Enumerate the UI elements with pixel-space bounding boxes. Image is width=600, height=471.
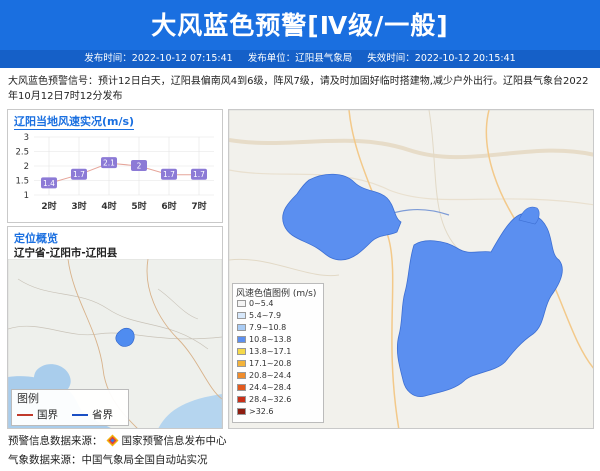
legend-label: 7.9~10.8 xyxy=(249,323,287,332)
legend-swatch xyxy=(237,360,246,367)
province-border-swatch xyxy=(72,413,88,416)
wind-panel-title: 辽阳当地风速实况(m/s) xyxy=(14,115,135,128)
y-tick-label: 1.5 xyxy=(15,177,29,187)
warning-center-logo-icon xyxy=(106,434,118,447)
legend-swatch xyxy=(237,336,246,343)
legend-swatch xyxy=(237,348,246,355)
warning-banner: 大风蓝色预警[Ⅳ级/一般] 发布时间：2022-10-12 07:15:41 发… xyxy=(0,0,600,68)
location-panel-title: 定位概览 xyxy=(14,232,58,245)
legend-swatch xyxy=(237,300,246,307)
legend-row: 17.1~20.8 xyxy=(237,358,291,369)
legend-label: 10.8~13.8 xyxy=(249,335,292,344)
legend-row: 13.8~17.1 xyxy=(237,346,291,357)
national-border-swatch xyxy=(17,413,33,416)
legend-row: >32.6 xyxy=(237,406,274,417)
legend-label: >32.6 xyxy=(249,407,274,416)
publisher: 发布单位：辽阳县气象局 xyxy=(247,53,353,64)
data-label: 1.4 xyxy=(43,179,55,188)
data-label: 1.7 xyxy=(73,170,85,179)
legend-label: 17.1~20.8 xyxy=(249,359,292,368)
expire-time: 失效时间：2022-10-12 20:15:41 xyxy=(367,53,516,64)
x-tick-label: 7时 xyxy=(191,200,206,212)
legend-item-province: 省界 xyxy=(72,407,113,422)
legend-label: 5.4~7.9 xyxy=(249,311,282,320)
source-label: 预警信息数据来源： xyxy=(8,435,103,447)
legend-swatch xyxy=(237,396,246,403)
legend-label: 24.4~28.4 xyxy=(249,383,292,392)
legend-swatch xyxy=(237,372,246,379)
y-tick-label: 3 xyxy=(24,133,29,143)
x-tick-label: 4时 xyxy=(101,200,116,212)
weather-source-name: 中国气象局全国自动站实况 xyxy=(81,454,208,466)
legend-label: 28.4~32.6 xyxy=(249,395,292,404)
weather-source-line: 气象数据来源：中国气象局全国自动站实况 xyxy=(8,452,208,467)
data-label: 2 xyxy=(137,162,142,171)
x-tick-label: 6时 xyxy=(161,200,176,212)
legend-row: 0~5.4 xyxy=(237,298,274,309)
page-title: 大风蓝色预警[Ⅳ级/一般] xyxy=(151,11,449,40)
data-label: 1.7 xyxy=(163,170,175,179)
publish-time: 发布时间：2022-10-12 07:15:41 xyxy=(84,53,233,64)
legend-row: 20.8~24.4 xyxy=(237,370,291,381)
legend-label: 13.8~17.1 xyxy=(249,347,292,356)
legend-swatch xyxy=(237,408,246,415)
meta-bar: 发布时间：2022-10-12 07:15:41 发布单位：辽阳县气象局 失效时… xyxy=(0,50,600,68)
y-tick-label: 2 xyxy=(24,162,29,172)
source-name: 国家预警信息发布中心 xyxy=(121,435,227,447)
warning-description: 大风蓝色预警信号：预计12日白天，辽阳县偏南风4到6级，阵风7级，请及时加固好临… xyxy=(8,76,589,102)
location-place: 辽宁省-辽阳市-辽阳县 xyxy=(14,247,118,259)
legend-swatch xyxy=(237,324,246,331)
legend-label-national: 国界 xyxy=(37,409,58,421)
source-line: 预警信息数据来源： 国家预警信息发布中心 xyxy=(8,433,227,448)
y-tick-label: 2.5 xyxy=(15,148,29,158)
map-legend: 图例 国界 省界 xyxy=(11,389,129,426)
wind-speed-chart: 1 1.5 2 2.5 3 1.4 1.7 2.1 2 1.7 1.7 2时 3时 4时 5时 6时 7时 xyxy=(15,133,214,212)
y-tick-label: 1 xyxy=(24,191,29,201)
legend-swatch xyxy=(237,312,246,319)
x-tick-label: 3时 xyxy=(71,200,86,212)
legend-item-national: 国界 xyxy=(17,407,58,422)
legend-row: 10.8~13.8 xyxy=(237,334,291,345)
data-label: 2.1 xyxy=(103,159,115,168)
legend-row: 5.4~7.9 xyxy=(237,310,281,321)
wind-color-legend: 风速色值图例 (m/s) 0~5.4 5.4~7.9 7.9~10.8 10.8… xyxy=(232,283,324,423)
location-panel: 定位概览 辽宁省-辽阳市-辽阳县 图例 国界 省界 xyxy=(7,226,223,429)
x-tick-label: 2时 xyxy=(41,200,56,212)
legend-row: 24.4~28.4 xyxy=(237,382,291,393)
legend-row: 28.4~32.6 xyxy=(237,394,291,405)
wind-speed-panel: 辽阳当地风速实况(m/s) 1 1.5 2 2.5 3 1.4 1.7 2.1 2 1.7 1.7 2… xyxy=(7,109,223,223)
legend-row: 7.9~10.8 xyxy=(237,322,286,333)
legend-label: 0~5.4 xyxy=(249,299,274,308)
weather-source-label: 气象数据来源： xyxy=(8,454,82,466)
x-tick-label: 5时 xyxy=(131,200,146,212)
legend-label: 20.8~24.4 xyxy=(249,371,292,380)
legend-label-province: 省界 xyxy=(92,409,113,421)
data-label: 1.7 xyxy=(193,170,205,179)
legend-swatch xyxy=(237,384,246,391)
map-legend-title: 图例 xyxy=(17,392,39,405)
